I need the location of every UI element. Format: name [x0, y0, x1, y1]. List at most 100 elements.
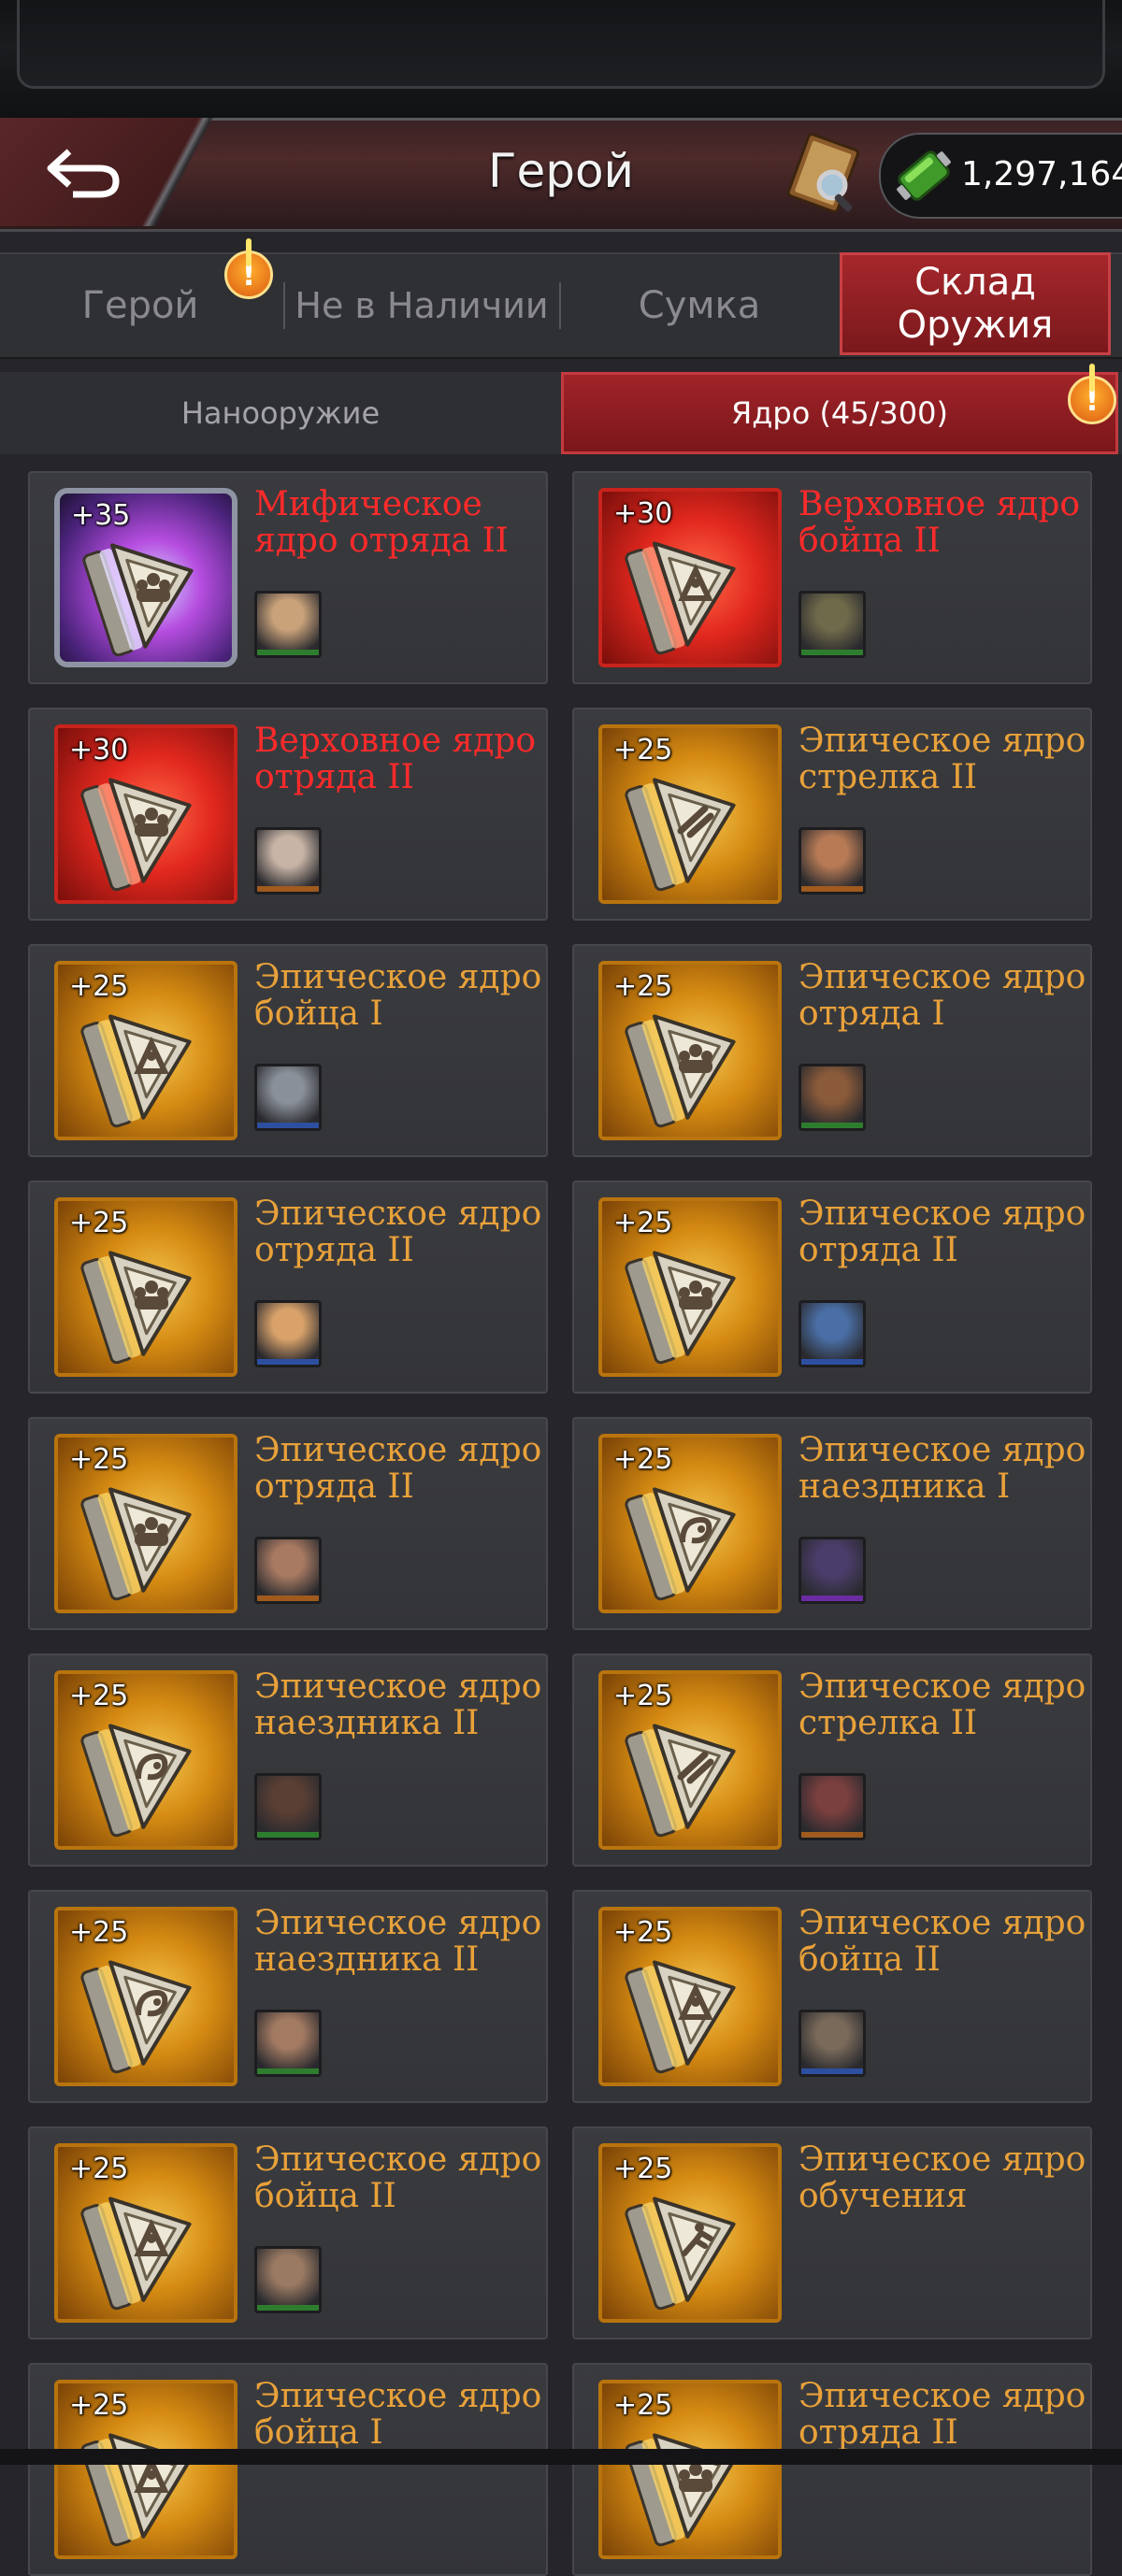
core-item-level: +25 [69, 2153, 129, 2185]
hero-avatar[interactable] [254, 827, 322, 894]
core-item-level: +25 [69, 2389, 129, 2422]
hero-avatar[interactable] [254, 1537, 322, 1604]
core-item-thumbnail: +25 [598, 1907, 782, 2086]
core-item-thumbnail: +30 [54, 724, 237, 904]
core-item-name: Эпическое ядро стрелка II [798, 1667, 1086, 1742]
top-frame [0, 0, 1122, 118]
tab-bag[interactable]: Сумка [561, 254, 838, 357]
hero-avatar[interactable] [254, 2246, 322, 2313]
core-item-name: Эпическое ядро наездника I [798, 1431, 1086, 1506]
core-item-name: Эпическое ядро бойца II [254, 2140, 542, 2215]
hero-avatar[interactable] [798, 1064, 866, 1131]
core-item-card[interactable]: +25 Эпическое ядро отряда I [572, 944, 1092, 1157]
core-item-card[interactable]: +25 Эпическое ядро наездника I [572, 1417, 1092, 1630]
tab-nanoweapon[interactable]: Нанооружие [0, 372, 561, 454]
core-item-thumbnail: +25 [598, 1434, 782, 1613]
core-item-card[interactable]: +25 Эпическое ядро отряда II [28, 1417, 548, 1630]
core-item-name: Мифическое ядро отряда II [254, 485, 509, 560]
core-item-thumbnail: +25 [598, 724, 782, 904]
hero-avatar[interactable] [798, 591, 866, 658]
core-item-card[interactable]: +25 Эпическое ядро стрелка II [572, 708, 1092, 921]
core-item-thumbnail: +25 [54, 1907, 237, 2086]
core-item-name: Эпическое ядро наездника II [254, 1667, 542, 1742]
hero-avatar[interactable] [798, 2010, 866, 2077]
core-item-card[interactable]: +25 Эпическое ядро отряда II [28, 1181, 548, 1394]
tab-weapon-warehouse-label: Склад Оружия [897, 261, 1054, 347]
core-item-name: Эпическое ядро отряда II [254, 1195, 542, 1269]
core-item-level: +25 [69, 1207, 129, 1239]
core-item-thumbnail: +25 [598, 2380, 782, 2559]
hero-avatar[interactable] [254, 1773, 322, 1840]
hero-avatar[interactable] [254, 2010, 322, 2077]
core-item-card[interactable]: +25 Эпическое ядро наездника II [28, 1890, 548, 2103]
core-item-level: +25 [69, 1680, 129, 1712]
core-item-name: Эпическое ядро отряда I [798, 958, 1086, 1033]
core-item-name: Эпическое ядро отряда II [798, 1195, 1086, 1269]
currency-display[interactable]: 1,297,164 [879, 133, 1122, 219]
hero-avatar[interactable] [798, 827, 866, 894]
core-item-level: +35 [71, 499, 131, 532]
bottom-frame [0, 2449, 1122, 2465]
core-item-card[interactable]: +25 Эпическое ядро отряда II [572, 1181, 1092, 1394]
tab-core-label: Ядро (45/300) [731, 395, 948, 431]
core-item-name: Эпическое ядро наездника II [254, 1904, 542, 1979]
core-item-thumbnail: +25 [54, 2380, 237, 2559]
core-item-level: +25 [613, 970, 673, 1003]
core-item-level: +30 [69, 734, 129, 766]
core-item-level: +25 [613, 734, 673, 766]
tab-bag-label: Сумка [638, 284, 761, 327]
core-item-name: Верховное ядро бойца II [798, 485, 1081, 560]
hero-avatar[interactable] [798, 1773, 866, 1840]
core-item-level: +25 [69, 1916, 129, 1949]
core-item-card[interactable]: +25 Эпическое ядро бойца I [28, 944, 548, 1157]
core-item-name: Эпическое ядро стрелка II [798, 722, 1086, 796]
core-item-level: +30 [613, 497, 673, 530]
core-item-card[interactable]: +30 Верховное ядро бойца II [572, 471, 1092, 684]
tab-weapon-warehouse[interactable]: Склад Оружия [840, 252, 1111, 355]
tab-separator [283, 282, 285, 329]
core-item-card[interactable]: +25 Эпическое ядро стрелка II [572, 1653, 1092, 1867]
hero-avatar[interactable] [254, 1300, 322, 1367]
hero-avatar[interactable] [254, 1064, 322, 1131]
core-item-thumbnail: +35 [54, 488, 237, 667]
tab-not-available[interactable]: Не в Наличии [286, 254, 557, 357]
core-item-level: +25 [69, 970, 129, 1003]
core-item-card[interactable]: +25 Эпическое ядро отряда II [572, 2363, 1092, 2576]
core-item-card[interactable]: +35 Мифическое ядро отряда II [28, 471, 548, 684]
core-item-card[interactable]: +30 Верховное ядро отряда II [28, 708, 548, 921]
core-item-level: +25 [613, 2389, 673, 2422]
core-item-thumbnail: +25 [598, 961, 782, 1140]
core-item-card[interactable]: +25 Эпическое ядро обучения [572, 2126, 1092, 2340]
core-item-card[interactable]: +25 Эпическое ядро наездника II [28, 1653, 548, 1867]
sub-tabs: Нанооружие Ядро (45/300) [0, 372, 1122, 454]
core-item-card[interactable]: +25 Эпическое ядро бойца I [28, 2363, 548, 2576]
hero-avatar[interactable] [798, 1537, 866, 1604]
core-tab-alert-icon: ! [1068, 364, 1116, 424]
core-item-thumbnail: +25 [598, 2143, 782, 2323]
core-item-card[interactable]: +25 Эпическое ядро бойца II [572, 1890, 1092, 2103]
core-item-thumbnail: +25 [54, 2143, 237, 2323]
core-item-thumbnail: +30 [598, 488, 782, 667]
hero-avatar[interactable] [798, 1300, 866, 1367]
hero-tab-alert-icon: ! [224, 238, 273, 299]
main-tabs: Герой Не в Наличии Сумка Склад Оружия [0, 252, 1122, 359]
journal-magnifier-icon[interactable] [780, 131, 866, 217]
core-item-name: Верховное ядро отряда II [254, 722, 537, 796]
core-item-level: +25 [613, 1680, 673, 1712]
tab-core[interactable]: Ядро (45/300) [561, 372, 1118, 454]
core-item-level: +25 [69, 1443, 129, 1476]
core-item-name: Эпическое ядро бойца I [254, 2377, 542, 2452]
core-item-level: +25 [613, 2153, 673, 2185]
core-item-thumbnail: +25 [598, 1197, 782, 1377]
tab-not-available-label: Не в Наличии [295, 285, 549, 326]
core-item-thumbnail: +25 [598, 1670, 782, 1850]
core-item-name: Эпическое ядро бойца II [798, 1904, 1086, 1979]
top-frame-inner [17, 0, 1105, 89]
hero-avatar[interactable] [254, 591, 322, 658]
core-item-thumbnail: +25 [54, 1434, 237, 1613]
core-item-level: +25 [613, 1916, 673, 1949]
tab-nanoweapon-label: Нанооружие [180, 395, 381, 431]
core-item-card[interactable]: +25 Эпическое ядро бойца II [28, 2126, 548, 2340]
tab-hero-label: Герой [81, 284, 199, 327]
core-item-name: Эпическое ядро отряда II [254, 1431, 542, 1506]
